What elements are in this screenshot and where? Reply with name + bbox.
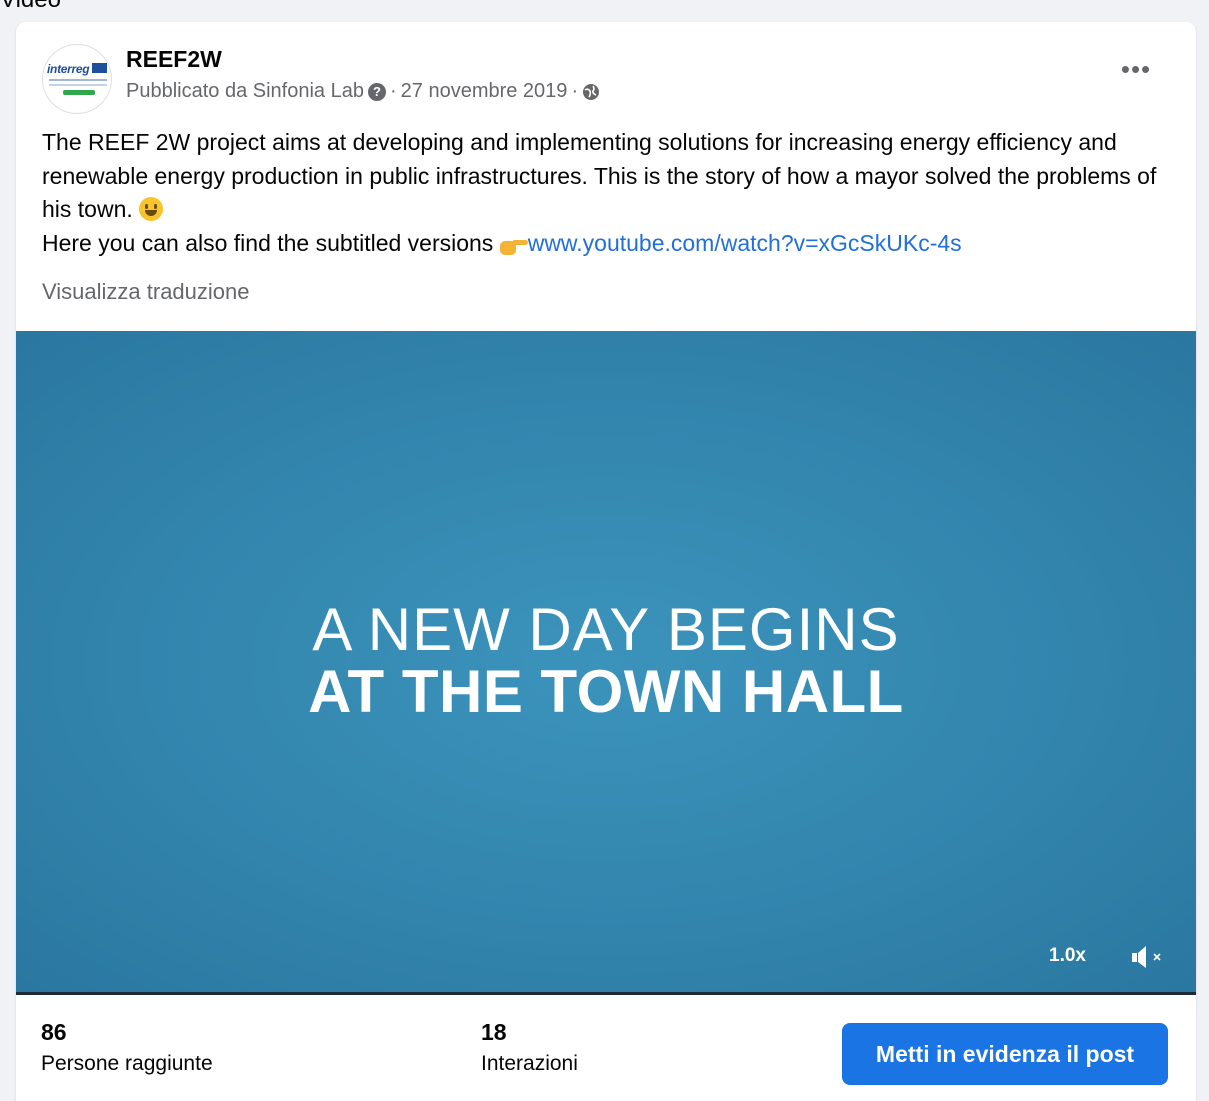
post-text-subtitles: Here you can also find the subtitled ver… [42,229,494,256]
post-date[interactable]: 27 novembre 2019 [401,80,568,103]
eu-flag-icon [92,63,107,73]
reach-value: 86 [41,1019,67,1045]
interactions-value: 18 [481,1019,507,1045]
section-label: Video [0,0,61,14]
page-avatar[interactable]: interreg [42,44,112,114]
playback-speed-button[interactable]: 1.0x [1049,945,1086,967]
meta-separator-2: · [571,80,579,102]
video-title-line1: A NEW DAY BEGINS [312,596,900,663]
post-text-body: The REEF 2W project aims at developing a… [42,129,1157,222]
muted-speaker-icon[interactable] [1130,943,1166,971]
video-title: A NEW DAY BEGINS AT THE TOWN HALL [16,599,1196,723]
globe-icon[interactable] [582,83,600,101]
interactions-stat: 18 Interazioni [481,1019,578,1076]
meta-separator: · [389,80,397,102]
smile-emoji-icon [139,197,164,221]
post-text: The REEF 2W project aims at developing a… [42,126,1172,260]
post-meta: Pubblicato da Sinfonia Lab ? · 27 novemb… [126,80,600,103]
reach-label: Persone raggiunte [41,1052,213,1075]
post-card: interreg REEF2W Pubblicato da Sinfonia L… [16,22,1196,1101]
more-options-button[interactable]: ••• [1116,56,1156,88]
page-name[interactable]: REEF2W [126,46,222,73]
post-insights: 86 Persone raggiunte 18 Interazioni Mett… [16,995,1196,1101]
video-player[interactable]: A NEW DAY BEGINS AT THE TOWN HALL 1.0x [16,331,1196,995]
info-icon[interactable]: ? [367,82,386,101]
boost-post-button[interactable]: Metti in evidenza il post [842,1023,1168,1085]
reach-stat: 86 Persone raggiunte [41,1019,213,1076]
interactions-label: Interazioni [481,1052,578,1075]
youtube-link[interactable]: www.youtube.com/watch?v=xGcSkUKc-4s [528,230,962,256]
video-title-line2: AT THE TOWN HALL [308,658,904,725]
post-header: interreg REEF2W Pubblicato da Sinfonia L… [16,22,1196,122]
published-by: Pubblicato da Sinfonia Lab [126,80,364,102]
see-translation-link[interactable]: Visualizza traduzione [42,279,250,305]
interreg-logo-icon: interreg [47,62,90,76]
pointing-hand-emoji-icon [499,235,528,255]
